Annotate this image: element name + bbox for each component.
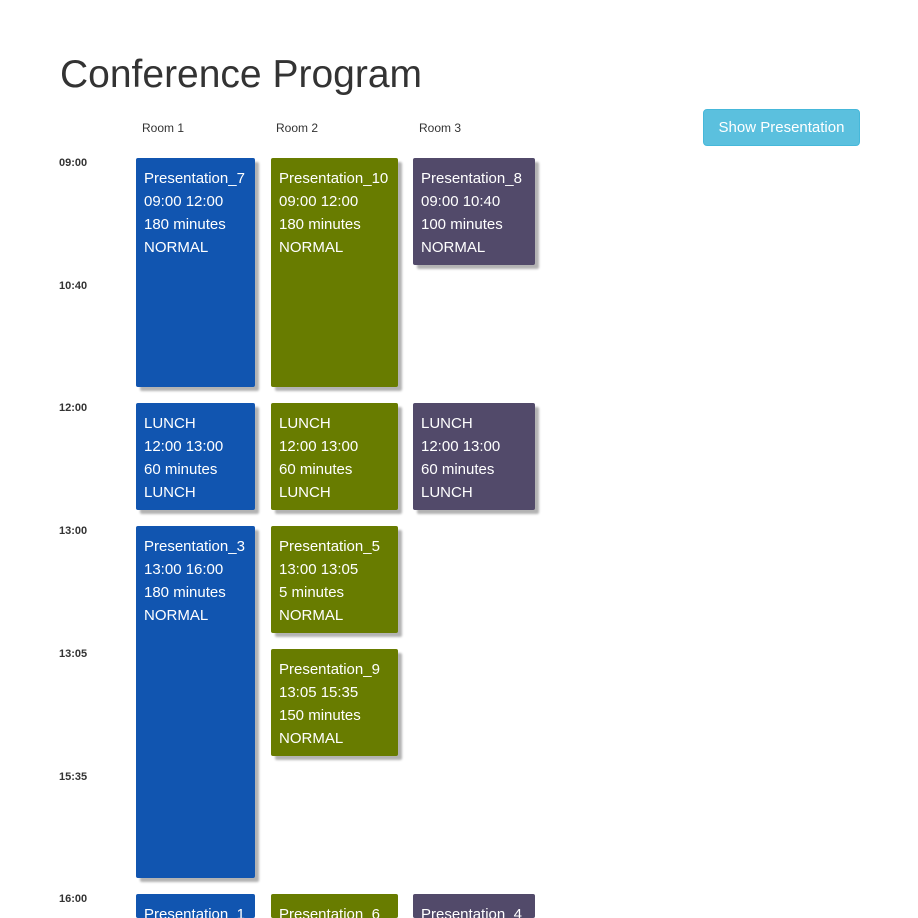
show-presentation-button[interactable]: Show Presentation	[703, 109, 860, 146]
session-card[interactable]: LUNCH 12:00 13:00 60 minutes LUNCH	[271, 403, 398, 510]
session-time: 12:00 13:00	[279, 438, 359, 455]
session-time: 13:05 15:35	[279, 684, 359, 701]
session-card[interactable]: LUNCH 12:00 13:00 60 minutes LUNCH	[136, 403, 255, 510]
session-card[interactable]: Presentation_3 13:00 16:00 180 minutes N…	[136, 526, 255, 878]
session-time: 09:00 12:00	[279, 193, 359, 210]
session-type: NORMAL	[279, 239, 344, 256]
session-card[interactable]: Presentation_10 09:00 12:00 180 minutes …	[271, 158, 398, 387]
session-type: LUNCH	[279, 484, 331, 501]
session-card[interactable]: Presentation_7 09:00 12:00 180 minutes N…	[136, 158, 255, 387]
session-name: Presentation_3	[144, 538, 245, 555]
session-duration: 5 minutes	[279, 584, 345, 601]
session-duration: 180 minutes	[144, 584, 226, 601]
session-type: NORMAL	[421, 239, 486, 256]
session-type: LUNCH	[144, 484, 196, 501]
session-name: LUNCH	[144, 415, 196, 432]
session-name: Presentation_5	[279, 538, 380, 555]
session-card[interactable]: Presentation_9 13:05 15:35 150 minutes N…	[271, 649, 398, 756]
session-type: NORMAL	[279, 730, 344, 747]
session-name: LUNCH	[421, 415, 473, 432]
time-label: 13:05	[59, 648, 88, 660]
session-duration: 150 minutes	[279, 707, 361, 724]
session-time: 13:00 16:00	[144, 561, 224, 578]
session-time: 13:00 13:05	[279, 561, 359, 578]
session-name: Presentation_6	[279, 906, 380, 918]
session-duration: 180 minutes	[144, 216, 226, 233]
time-label: 13:00	[59, 525, 88, 537]
session-card[interactable]: Presentation_1	[136, 894, 255, 918]
page-title: Conference Program	[60, 53, 423, 96]
session-time: 12:00 13:00	[144, 438, 224, 455]
time-label: 09:00	[59, 157, 88, 169]
session-card[interactable]: Presentation_5 13:00 13:05 5 minutes NOR…	[271, 526, 398, 633]
time-label: 12:00	[59, 402, 88, 414]
time-label: 15:35	[59, 771, 88, 783]
session-name: Presentation_7	[144, 170, 245, 187]
session-card[interactable]: Presentation_6	[271, 894, 398, 918]
session-duration: 180 minutes	[279, 216, 361, 233]
session-name: Presentation_8	[421, 170, 522, 187]
session-duration: 100 minutes	[421, 216, 503, 233]
session-name: Presentation_1	[144, 906, 245, 918]
room-header-2: Room 2	[276, 121, 319, 135]
room-header-1: Room 1	[142, 121, 185, 135]
session-time: 09:00 12:00	[144, 193, 224, 210]
session-name: Presentation_10	[279, 170, 389, 187]
session-duration: 60 minutes	[279, 461, 353, 478]
session-name: Presentation_4	[421, 906, 522, 918]
session-type: NORMAL	[144, 607, 209, 624]
time-label: 16:00	[59, 893, 88, 905]
session-card[interactable]: Presentation_8 09:00 10:40 100 minutes N…	[413, 158, 535, 265]
session-card[interactable]: Presentation_4	[413, 894, 535, 918]
session-duration: 60 minutes	[144, 461, 218, 478]
room-header-3: Room 3	[419, 121, 462, 135]
session-type: NORMAL	[144, 239, 209, 256]
session-time: 12:00 13:00	[421, 438, 501, 455]
conference-program-page: Conference Program Room 1 Room 2 Room 3 …	[0, 0, 918, 918]
session-name: LUNCH	[279, 415, 331, 432]
session-name: Presentation_9	[279, 661, 380, 678]
session-type: NORMAL	[279, 607, 344, 624]
session-time: 09:00 10:40	[421, 193, 501, 210]
session-duration: 60 minutes	[421, 461, 495, 478]
time-label: 10:40	[59, 280, 88, 292]
session-card[interactable]: LUNCH 12:00 13:00 60 minutes LUNCH	[413, 403, 535, 510]
session-type: LUNCH	[421, 484, 473, 501]
